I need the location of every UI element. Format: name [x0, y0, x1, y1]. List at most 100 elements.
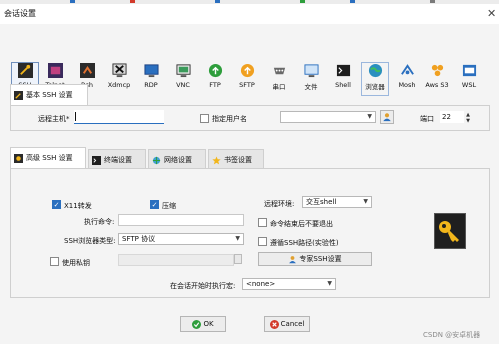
protocol-label: 文件: [304, 83, 318, 91]
protocol-file[interactable]: 文件: [298, 63, 324, 95]
x11-forwarding-checkbox[interactable]: ✓: [52, 200, 61, 209]
terminal-icon: [92, 155, 101, 165]
ssh-icon: [14, 90, 23, 100]
cancel-label: Cancel: [280, 320, 305, 328]
ok-button[interactable]: OK: [180, 316, 226, 332]
private-key-input[interactable]: [118, 254, 234, 266]
tab-label: 终端设置: [104, 156, 132, 164]
user-icon: [289, 255, 297, 263]
file-icon: [303, 64, 319, 78]
sftp-icon: [240, 63, 254, 78]
close-icon[interactable]: ✕: [487, 7, 496, 20]
browser-type-select[interactable]: SFTP 协议 ▼: [118, 233, 244, 245]
browser-icon: [368, 63, 382, 78]
protocol-label: Mosh: [398, 81, 416, 89]
compression-checkbox[interactable]: ✓: [150, 200, 159, 209]
protocol-rdp[interactable]: RDP: [138, 63, 164, 95]
protocol-aws-s3[interactable]: Aws S3: [424, 63, 450, 95]
xdmcp-icon: [111, 63, 127, 78]
port-label: 端口: [420, 115, 434, 123]
watermark: CSDN @安卓机器: [423, 331, 481, 339]
telnet-icon: [47, 63, 63, 78]
expert-button-label: 专家SSH设置: [299, 255, 342, 263]
chevron-down-icon: ▼: [363, 198, 368, 205]
tab-network-settings[interactable]: 网络设置: [148, 149, 206, 169]
protocol-vnc[interactable]: VNC: [170, 63, 196, 95]
remote-host-input[interactable]: [74, 110, 164, 124]
protocol-browser[interactable]: 浏览器: [361, 62, 389, 96]
protocol-wsl[interactable]: WSL: [456, 63, 482, 95]
compression-label: 压缩: [162, 202, 176, 210]
protocol-ftp[interactable]: FTP: [202, 63, 228, 95]
protocol-label: FTP: [209, 81, 221, 89]
ftp-icon: [208, 63, 222, 78]
protocol-label: 浏览器: [365, 83, 385, 91]
protocol-label: RDP: [144, 81, 158, 89]
follow-ssh-path-checkbox[interactable]: [258, 237, 267, 246]
specify-username-label: 指定用户名: [212, 115, 247, 123]
tab-basic-ssh-settings[interactable]: 基本 SSH 设置: [10, 84, 88, 106]
protocol-mosh[interactable]: Mosh: [394, 63, 420, 95]
wsl-icon: [462, 64, 476, 77]
protocol-xdmcp[interactable]: Xdmcp: [106, 63, 132, 95]
protocol-shell[interactable]: Shell: [330, 63, 356, 95]
protocol-label: Shell: [335, 81, 351, 89]
protocol-sftp[interactable]: SFTP: [234, 63, 260, 95]
protocol-label: Aws S3: [425, 81, 449, 89]
use-private-key-label: 使用私钥: [62, 259, 90, 267]
title-bar: [0, 4, 499, 24]
cancel-button[interactable]: Cancel: [264, 316, 310, 332]
vnc-icon: [175, 64, 191, 78]
protocol-bar: SSH Telnet Rsh Xdmcp RDP VNC FTP SFTP 串口…: [8, 30, 490, 96]
chevron-down-icon: ▼: [367, 113, 372, 120]
expert-ssh-settings-button[interactable]: 专家SSH设置: [258, 252, 372, 266]
port-input[interactable]: 22: [440, 111, 464, 123]
ok-check-icon: [192, 319, 202, 329]
protocol-label: SFTP: [239, 81, 255, 89]
serial-icon: [273, 67, 285, 75]
x11-forwarding-label: X11转发: [64, 202, 92, 210]
tab-advanced-ssh-settings[interactable]: 高级 SSH 设置: [10, 147, 86, 169]
protocol-label: WSL: [461, 81, 477, 89]
user-icon: [383, 113, 391, 122]
remote-environment-select[interactable]: 交互shell ▼: [302, 196, 372, 208]
follow-ssh-path-label: 遵循SSH路径(实验性): [270, 239, 339, 247]
network-icon: [152, 156, 161, 164]
cancel-x-icon: [269, 319, 279, 329]
file-browse-icon[interactable]: [234, 254, 242, 264]
window-title: 会话设置: [4, 9, 36, 18]
chevron-down-icon: ▼: [327, 280, 332, 287]
startup-macro-label: 在会话开始时执行宏:: [170, 282, 236, 290]
no-exit-label: 命令结束后不要退出: [270, 220, 333, 228]
tab-label: 书签设置: [224, 156, 252, 164]
key-tile: [434, 213, 466, 249]
protocol-label: 串口: [272, 83, 286, 91]
remote-host-label: 远程主机*: [38, 115, 70, 123]
protocol-serial[interactable]: 串口: [266, 63, 292, 95]
shell-icon: [336, 64, 350, 77]
tab-bookmark-settings[interactable]: 书签设置: [208, 149, 264, 169]
username-select[interactable]: ▼: [280, 111, 376, 123]
startup-macro-select[interactable]: <none> ▼: [242, 278, 336, 290]
ok-label: OK: [203, 320, 214, 328]
aws-s3-icon: [431, 64, 443, 77]
no-exit-checkbox[interactable]: [258, 218, 267, 227]
use-private-key-checkbox[interactable]: [50, 257, 59, 266]
rsh-icon: [79, 63, 95, 78]
user-manager-button[interactable]: [380, 110, 394, 124]
text-caret: [75, 112, 76, 121]
tab-label: 网络设置: [164, 156, 192, 164]
tab-terminal-settings[interactable]: 终端设置: [88, 149, 146, 169]
protocol-label: VNC: [176, 81, 190, 89]
remote-environment-label: 远程环境:: [264, 200, 295, 208]
star-icon: [212, 155, 221, 164]
gear-icon: [14, 153, 23, 163]
chevron-down-icon: ▼: [235, 235, 240, 242]
execute-command-input[interactable]: [118, 214, 244, 226]
stepper-down-icon[interactable]: ▼: [464, 118, 472, 124]
port-stepper[interactable]: ▲ ▼: [464, 112, 472, 124]
tab-label: 基本 SSH 设置: [26, 91, 73, 99]
execute-command-label: 执行命令:: [84, 218, 115, 226]
mosh-icon: [400, 64, 414, 75]
specify-username-checkbox[interactable]: [200, 114, 209, 123]
